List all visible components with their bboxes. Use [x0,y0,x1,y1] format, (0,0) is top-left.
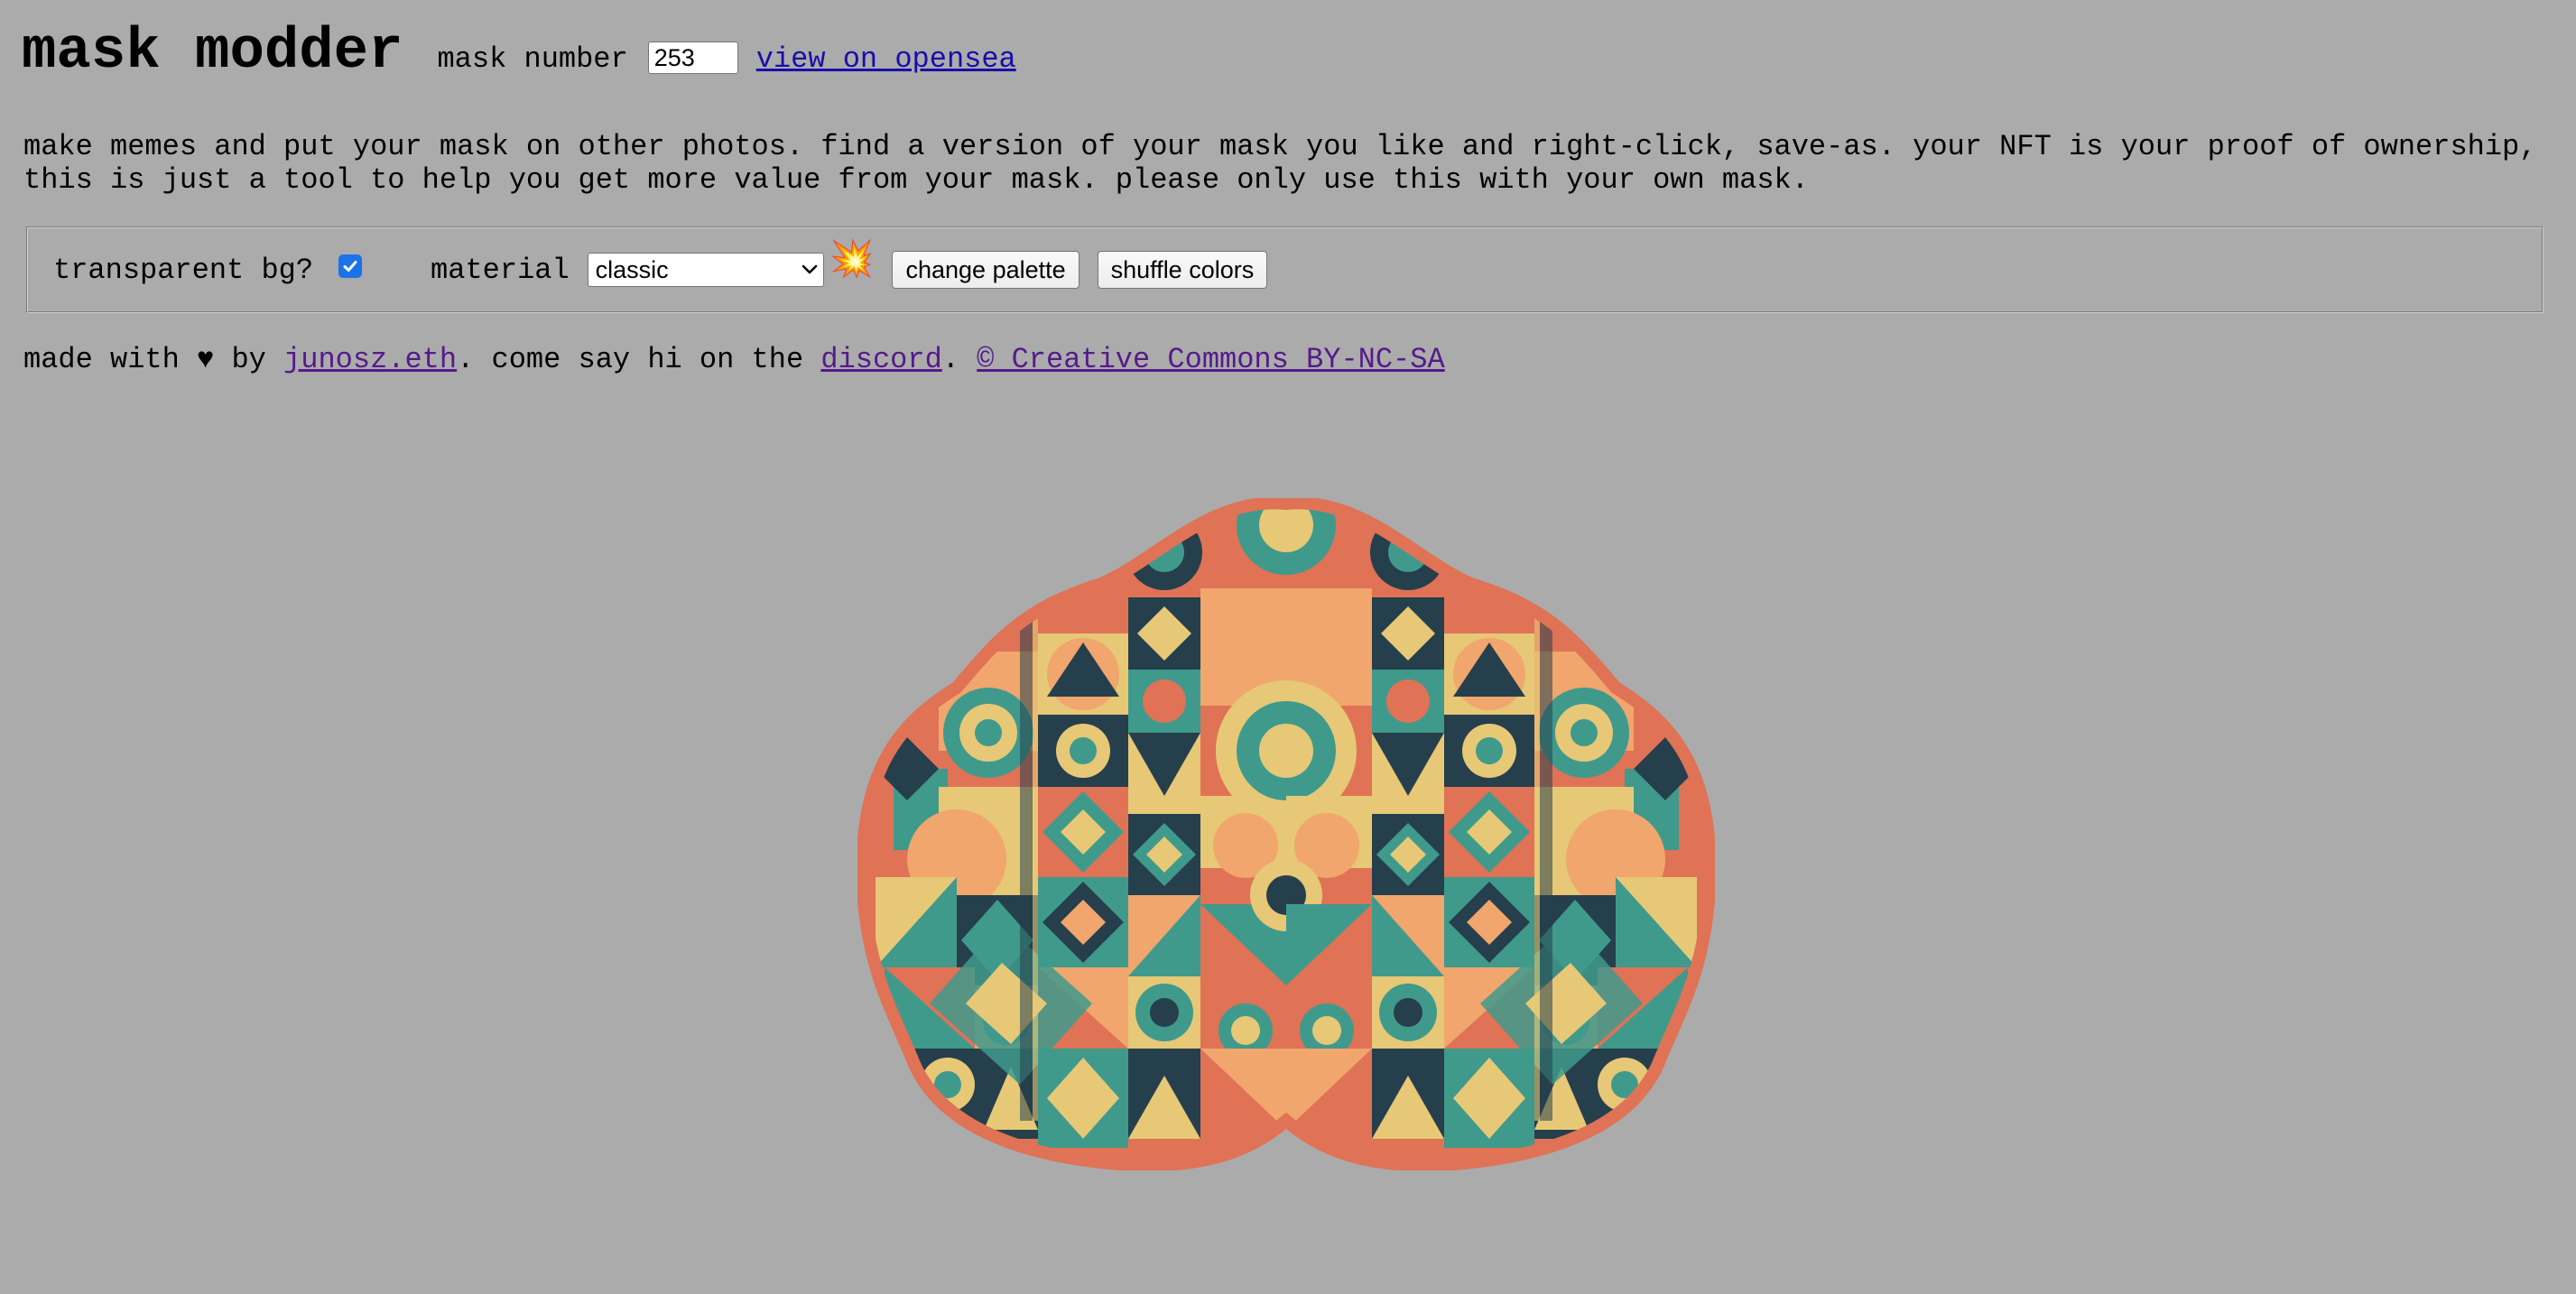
mask-image[interactable] [855,496,1718,1172]
chevron-down-icon [802,264,817,274]
footer-separator: . [941,343,978,376]
footer-middle-text: . come say hi on the [457,343,821,376]
intro-text: make memes and put your mask on other ph… [23,130,2537,197]
controls-panel: transparent bg? material classic 💥 chang… [26,226,2544,313]
material-selected-value: classic [595,255,669,283]
footer-made-with-text: made with ♥ by [23,343,284,376]
material-label: material [431,253,570,287]
mask-number-label: mask number [437,42,628,76]
mask-modder-page: mask modder mask number view on opensea … [0,0,2576,1294]
page-title: mask modder [22,20,403,85]
transparent-bg-checkbox[interactable] [338,254,363,278]
shuffle-colors-button[interactable]: shuffle colors [1097,251,1268,289]
explosion-icon[interactable]: 💥 [829,245,875,281]
footer: made with ♥ by junosz.eth. come say hi o… [23,343,1445,376]
mask-number-input[interactable] [647,42,738,74]
mask-pattern-half [862,503,1357,1166]
author-link[interactable]: junosz.eth [283,343,457,376]
header: mask modder mask number view on opensea [22,20,1016,85]
transparent-bg-label: transparent bg? [53,253,314,287]
discord-link[interactable]: discord [820,343,941,376]
material-select[interactable]: classic [587,253,824,287]
change-palette-button[interactable]: change palette [892,251,1080,289]
view-on-opensea-link[interactable]: view on opensea [756,42,1016,76]
license-link[interactable]: © Creative Commons BY-NC-SA [977,343,1444,376]
mask-artwork [855,496,1718,1172]
checkmark-icon [343,261,357,272]
